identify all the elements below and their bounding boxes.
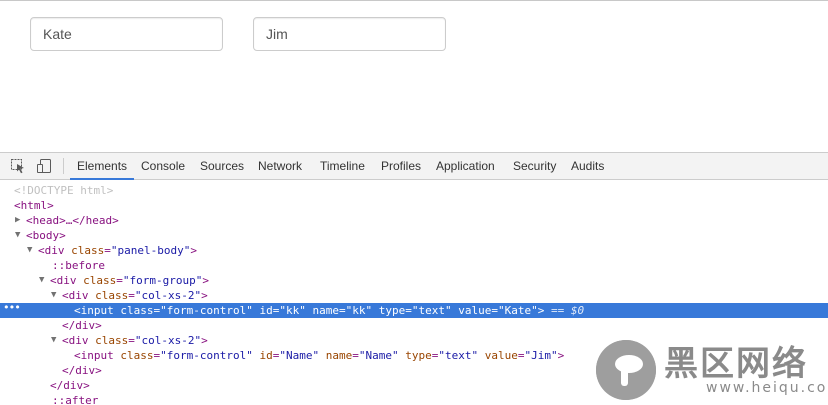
collapse-arrow-icon[interactable]: ▼: [15, 228, 20, 243]
dom-node-div-close[interactable]: </div>: [0, 318, 828, 333]
collapse-arrow-icon[interactable]: ▼: [39, 273, 44, 288]
tab-console[interactable]: Console: [134, 153, 192, 180]
name-input-jim[interactable]: Jim: [253, 17, 446, 51]
tab-timeline[interactable]: Timeline: [313, 153, 372, 180]
dom-node-html[interactable]: <html>: [0, 198, 828, 213]
tab-audits[interactable]: Audits: [564, 153, 611, 180]
col-2-line: <div class="col-xs-2">: [62, 334, 208, 347]
input-name-line: <input class="form-control" id="Name" na…: [74, 349, 565, 362]
dom-node-panel-body[interactable]: ▼ <div class="panel-body">: [0, 243, 828, 258]
inspect-element-icon[interactable]: [10, 158, 26, 174]
collapse-arrow-icon[interactable]: ▼: [27, 243, 32, 258]
after-pseudo: ::after: [52, 394, 99, 405]
dom-node-form-group[interactable]: ▼ <div class="form-group">: [0, 273, 828, 288]
tab-security[interactable]: Security: [506, 153, 563, 180]
watermark: 黑区网络 www.heiqu.com: [596, 340, 828, 402]
collapse-arrow-icon[interactable]: ▼: [51, 333, 56, 348]
div-close-tag: </div>: [62, 364, 102, 377]
dom-node-body[interactable]: ▼ <body>: [0, 228, 828, 243]
tab-profiles[interactable]: Profiles: [374, 153, 428, 180]
before-pseudo: ::before: [52, 259, 105, 272]
col-1-line: <div class="col-xs-2">: [62, 289, 208, 302]
body-tag: <body>: [26, 229, 66, 242]
dom-node-head[interactable]: ▶ <head>…</head>: [0, 213, 828, 228]
tab-sources[interactable]: Sources: [193, 153, 251, 180]
tab-application[interactable]: Application: [429, 153, 502, 180]
panel-body-line: <div class="panel-body">: [38, 244, 197, 257]
form-group-line: <div class="form-group">: [50, 274, 209, 287]
html-tag: <html>: [14, 199, 54, 212]
div-close-tag: </div>: [62, 319, 102, 332]
watermark-logo-icon: [596, 340, 656, 400]
dom-node-input-kk-selected[interactable]: ••• <input class="form-control" id="kk" …: [0, 300, 828, 318]
input-kk-line: <input class="form-control" id="kk" name…: [74, 304, 585, 317]
selection-reference: == $0: [550, 304, 585, 317]
tab-network[interactable]: Network: [251, 153, 309, 180]
device-toolbar-icon[interactable]: [36, 158, 52, 174]
toolbar-divider: [63, 158, 64, 174]
name-input-kate[interactable]: Kate: [30, 17, 223, 51]
doctype-text: <!DOCTYPE html>: [14, 184, 114, 197]
more-options-icon[interactable]: •••: [3, 300, 21, 315]
expand-arrow-icon[interactable]: ▶: [15, 213, 20, 228]
dom-node-col-1[interactable]: ▼ <div class="col-xs-2">: [0, 288, 828, 303]
head-tag: <head>…</head>: [26, 214, 119, 227]
tab-elements[interactable]: Elements: [70, 153, 135, 180]
dom-node-doctype[interactable]: <!DOCTYPE html>: [0, 183, 828, 198]
devtools-toolbar: Elements Console Sources Network Timelin…: [0, 153, 828, 180]
div-close-tag: </div>: [50, 379, 90, 392]
watermark-title: 黑区网络: [664, 344, 808, 384]
watermark-url: www.heiqu.com: [706, 380, 828, 396]
page-viewport: Kate Jim: [0, 1, 828, 152]
collapse-arrow-icon[interactable]: ▼: [51, 288, 56, 303]
dom-node-before[interactable]: ::before: [0, 258, 828, 273]
